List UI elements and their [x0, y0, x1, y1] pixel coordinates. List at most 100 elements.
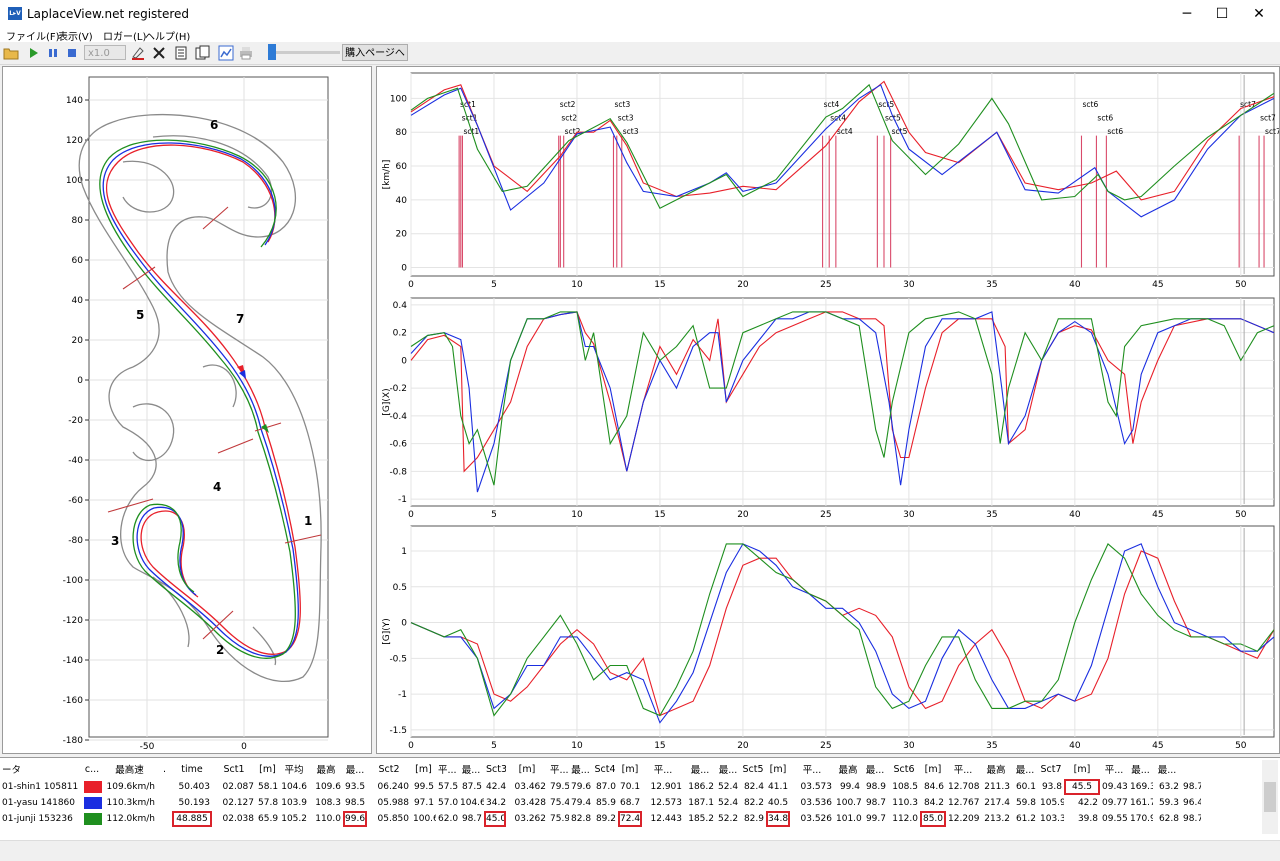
column-header[interactable]: 平均	[279, 759, 309, 779]
chart-x-tick-label: 10	[571, 280, 583, 290]
column-header[interactable]: 最高速	[102, 759, 157, 779]
column-header[interactable]: time	[172, 759, 212, 779]
chart-x-tick-label: 5	[491, 280, 497, 290]
row-color-swatch[interactable]	[82, 795, 102, 811]
menu-logger[interactable]: ロガー(L)	[103, 28, 146, 43]
open-folder-icon[interactable]	[3, 45, 19, 61]
stop-icon[interactable]	[64, 45, 80, 61]
column-header[interactable]: 平...	[436, 759, 458, 779]
table-cell: 03.428	[514, 798, 547, 808]
close-icon[interactable]: ✕	[1236, 0, 1280, 28]
table-row[interactable]: 01-junji 153236 112.0km/h 48.885 02.038 65.9…	[0, 811, 1201, 827]
chart-x-tick-label: 20	[737, 510, 749, 520]
table-row[interactable]: 01-yasu 141860 110.3km/h 50.193 02.127 57.8 1…	[0, 795, 1201, 811]
column-header[interactable]: [m]	[506, 759, 548, 779]
playback-slider-thumb[interactable]	[268, 44, 276, 60]
column-header[interactable]: 平...	[642, 759, 684, 779]
column-header[interactable]: 平...	[548, 759, 569, 779]
column-header[interactable]: Sct1	[212, 759, 256, 779]
pause-icon[interactable]	[45, 45, 61, 61]
graph-icon[interactable]	[218, 45, 234, 61]
column-header[interactable]: 平...	[946, 759, 980, 779]
column-header[interactable]: 最...	[343, 759, 367, 779]
track-map-panel[interactable]: 140 120 100 80 60 40 20 0 -20 -40 -60 -80 -100 -120 -1…	[2, 66, 372, 754]
row-color-swatch[interactable]	[82, 811, 102, 827]
column-header[interactable]: [m]	[411, 759, 436, 779]
delete-icon[interactable]	[151, 45, 167, 61]
table-cell: 40.5	[768, 798, 789, 808]
track-map[interactable]: 140120100806040200-20-40-60-80-100-120-1…	[3, 67, 371, 753]
chart-y-tick-label: -0.8	[389, 467, 407, 477]
column-header[interactable]: 最...	[862, 759, 888, 779]
clear-icon[interactable]	[130, 45, 146, 61]
column-header[interactable]: [m]	[618, 759, 642, 779]
column-header[interactable]: Sct4	[592, 759, 618, 779]
column-header[interactable]: .	[157, 759, 172, 779]
table-cell: 110.0	[315, 814, 341, 824]
playback-slider-track[interactable]	[268, 51, 340, 54]
column-header[interactable]: [m]	[256, 759, 279, 779]
table-cell: 110.3	[892, 798, 918, 808]
column-header[interactable]: Sct7	[1038, 759, 1064, 779]
table-row[interactable]: 01-shin1 105811 109.6km/h 50.403 02.087 58.1…	[0, 779, 1201, 795]
column-header[interactable]: 最高	[834, 759, 862, 779]
best-sector-cell: 99.6	[343, 811, 367, 827]
telemetry-charts[interactable]: 0 5 10 15 20 25 30 35 40 45 50020406080100[km/h]sc…	[377, 67, 1280, 753]
speed-select[interactable]: x1.0	[84, 45, 126, 60]
print-icon[interactable]	[238, 45, 254, 61]
chart-panel[interactable]: 0 5 10 15 20 25 30 35 40 45 50 0 20 40 60 80 100 [km/h] sc…	[376, 66, 1280, 754]
chart-x-tick-label: 0	[408, 510, 414, 520]
column-header[interactable]: 最高	[309, 759, 343, 779]
column-header[interactable]: 平...	[790, 759, 834, 779]
column-header[interactable]: 最...	[1128, 759, 1153, 779]
column-header[interactable]: 最...	[458, 759, 484, 779]
sector-marker-label: sct7	[1260, 113, 1276, 122]
chart-y-tick-label: 40	[396, 196, 408, 206]
row-color-swatch[interactable]	[82, 779, 102, 795]
menu-help[interactable]: ヘルプ(H)	[145, 28, 190, 43]
column-header[interactable]: [m]	[1064, 759, 1100, 779]
table-cell: 05.850	[377, 814, 410, 824]
row-run-name: 01-junji 153236	[2, 814, 73, 824]
column-header[interactable]: 最...	[1153, 759, 1181, 779]
column-header[interactable]: 最...	[684, 759, 716, 779]
chart-y-tick-label: -1	[398, 690, 407, 700]
copy-icon[interactable]	[194, 45, 210, 61]
table-cell: 79.4	[571, 798, 592, 808]
column-header[interactable]: Sct6	[888, 759, 920, 779]
column-header[interactable]: [m]	[766, 759, 790, 779]
table-cell: 104.6	[281, 782, 307, 792]
table-cell: 03.262	[514, 814, 547, 824]
scrollbar-thumb[interactable]	[1264, 782, 1276, 812]
column-header[interactable]: Sct5	[740, 759, 766, 779]
chart-y-tick-label: 100	[390, 94, 407, 104]
table-cell: 50.403	[178, 782, 211, 792]
table-cell: 98.7	[461, 814, 482, 824]
buy-page-button[interactable]: 購入ページへ	[342, 44, 408, 61]
column-header[interactable]: 最...	[569, 759, 592, 779]
best-sector-cell: 45.5	[1064, 779, 1100, 795]
column-header[interactable]: 最...	[716, 759, 740, 779]
table-cell: 75.9	[550, 814, 569, 824]
column-header[interactable]: c...	[82, 759, 102, 779]
map-y-tick-label: 140	[66, 96, 83, 106]
table-cell: 50.193	[178, 798, 211, 808]
column-header[interactable]: ータ	[0, 759, 82, 779]
column-header[interactable]: 最高	[980, 759, 1012, 779]
table-horizontal-scrollbar[interactable]	[0, 840, 1280, 861]
column-header[interactable]: [m]	[920, 759, 946, 779]
menu-view[interactable]: 表示(V)	[58, 28, 93, 43]
column-header[interactable]: Sct3	[484, 759, 506, 779]
table-cell: 03.536	[800, 798, 833, 808]
column-header[interactable]: 平...	[1100, 759, 1128, 779]
play-icon[interactable]	[25, 45, 41, 61]
column-header[interactable]: 最...	[1012, 759, 1038, 779]
column-header[interactable]: Sct2	[367, 759, 411, 779]
chart-x-tick-label: 25	[820, 510, 831, 520]
table-vertical-scrollbar[interactable]	[1262, 760, 1278, 834]
table-cell: 109.6	[315, 782, 341, 792]
menu-file[interactable]: ファイル(F)	[6, 28, 60, 43]
table-cell: 03.462	[514, 782, 547, 792]
sector-marker-label: sct3	[623, 127, 639, 136]
export-icon[interactable]	[174, 45, 190, 61]
